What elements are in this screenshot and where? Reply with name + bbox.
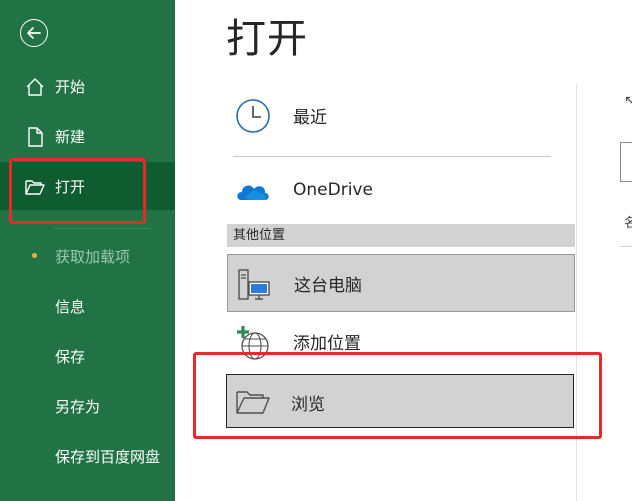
nav-item-label: 信息 [55, 297, 86, 316]
arrow-left-icon [27, 27, 41, 39]
location-browse[interactable]: 浏览 [226, 374, 574, 428]
location-label: 最近 [293, 107, 327, 128]
nav-divider [55, 228, 151, 229]
nav-item-save-to-baidu[interactable]: 保存到百度网盘 [0, 432, 175, 480]
nav-item-label: 保存到百度网盘 [55, 447, 161, 466]
location-add-place[interactable]: 添加位置 [227, 312, 575, 370]
location-label: 浏览 [291, 395, 325, 415]
nav-item-label: 新建 [55, 127, 86, 146]
onedrive-cloud-icon [237, 185, 269, 200]
clock-icon [236, 99, 270, 133]
location-onedrive[interactable]: OneDrive [227, 161, 575, 219]
new-document-icon [28, 127, 43, 147]
column-header-name: 名 [624, 216, 632, 231]
nav-item-label: 开始 [55, 77, 86, 96]
nav-item-save-as[interactable]: 另存为 [0, 382, 175, 430]
nav-item-info[interactable]: 信息 [0, 282, 175, 330]
up-arrow-icon[interactable]: ↖ [624, 93, 632, 109]
column-header-rule [620, 246, 632, 247]
nav-item-home[interactable]: 开始 [0, 62, 175, 110]
nav-item-new[interactable]: 新建 [0, 112, 175, 160]
backstage-nav: 开始 新建 打开 获取加载项 信息 保存 另存为 保存到百度网盘 [0, 0, 175, 501]
location-recent[interactable]: 最近 [227, 86, 575, 144]
location-label: 这台电脑 [294, 275, 362, 296]
nav-item-open[interactable]: 打开 [0, 162, 175, 210]
back-button[interactable] [20, 19, 48, 47]
location-label: 添加位置 [293, 333, 361, 354]
open-folder-icon [25, 180, 45, 195]
nav-item-label: 打开 [55, 177, 86, 196]
location-this-pc[interactable]: 这台电脑 [227, 254, 575, 312]
browse-folder-icon [236, 391, 270, 414]
nav-item-get-addins[interactable]: 获取加载项 [0, 232, 175, 280]
computer-icon [238, 269, 270, 300]
pane-divider [576, 84, 577, 501]
add-place-globe-icon [237, 326, 269, 360]
location-separator [233, 156, 551, 157]
nav-item-label: 保存 [55, 347, 86, 366]
location-label: OneDrive [293, 180, 373, 200]
file-filter-input[interactable] [620, 142, 632, 182]
page-title: 打开 [226, 16, 308, 62]
section-header-other-locations: 其他位置 [227, 224, 575, 247]
home-icon [26, 78, 44, 96]
nav-item-save[interactable]: 保存 [0, 332, 175, 380]
bullet-dot-icon [32, 253, 37, 258]
nav-item-label: 另存为 [55, 397, 101, 416]
nav-item-label: 获取加载项 [55, 247, 131, 266]
